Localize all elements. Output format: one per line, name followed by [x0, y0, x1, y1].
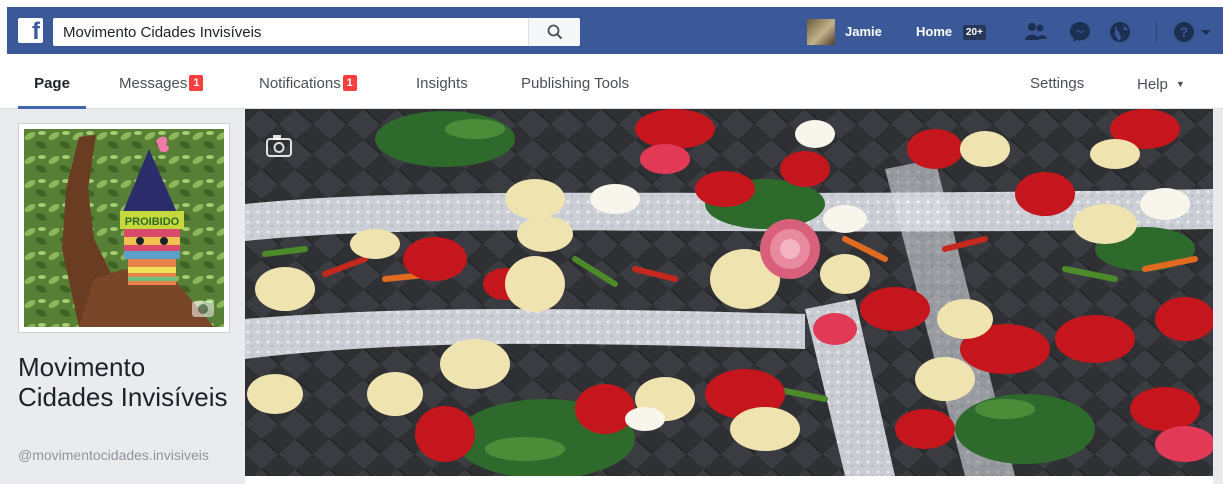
tab-help[interactable]: Help ▼ — [1137, 62, 1185, 109]
search-input[interactable] — [53, 18, 528, 46]
search-box — [53, 18, 580, 46]
facebook-logo-icon[interactable]: f — [18, 18, 43, 45]
search-button[interactable] — [528, 18, 580, 46]
profile-picture[interactable]: PROIBIDO — [24, 129, 224, 327]
svg-text:?: ? — [1180, 24, 1189, 40]
globe-icon[interactable] — [1107, 19, 1133, 45]
nav-divider — [1156, 21, 1157, 43]
home-link[interactable]: Home — [916, 24, 952, 39]
left-column: PROIBIDO Movimento Cidades Invisíveis @m… — [0, 109, 245, 484]
page-name[interactable]: Movimento Cidades Invisíveis — [18, 352, 243, 412]
facebook-page-admin: f Jamie Home 20+ — [0, 0, 1223, 484]
home-badge: 20+ — [963, 25, 986, 40]
user-name-link[interactable]: Jamie — [845, 24, 882, 39]
messages-badge: 1 — [189, 75, 204, 91]
cover-photo[interactable] — [245, 109, 1213, 476]
search-icon — [547, 24, 563, 40]
caret-down-icon: ▼ — [1175, 79, 1185, 89]
user-avatar[interactable] — [807, 19, 835, 45]
notifications-badge: 1 — [342, 75, 357, 91]
tab-notifications[interactable]: Notifications 1 — [259, 62, 357, 109]
tab-publishing-tools[interactable]: Publishing Tools — [521, 62, 629, 109]
friend-requests-icon[interactable] — [1023, 19, 1049, 45]
profile-picture-frame[interactable]: PROIBIDO — [18, 123, 230, 333]
tab-page[interactable]: Page — [18, 62, 86, 109]
dropdown-icon[interactable] — [1199, 19, 1213, 45]
help-icon[interactable]: ? — [1171, 19, 1197, 45]
page-username[interactable]: @movimentocidades.invisiveis — [18, 447, 238, 464]
tab-insights[interactable]: Insights — [416, 62, 468, 109]
tab-messages[interactable]: Messages 1 — [119, 62, 204, 109]
cover-bottom-bar — [245, 476, 1213, 484]
page-tabs-bar: Page Messages 1 Notifications 1 Insights P… — [0, 62, 1223, 109]
messenger-icon[interactable] — [1067, 19, 1093, 45]
top-navigation: f Jamie Home 20+ — [0, 0, 1223, 62]
svg-text:PROIBIDO: PROIBIDO — [125, 216, 180, 228]
blue-bar: f Jamie Home 20+ — [7, 7, 1223, 54]
tab-settings[interactable]: Settings — [1030, 62, 1084, 109]
